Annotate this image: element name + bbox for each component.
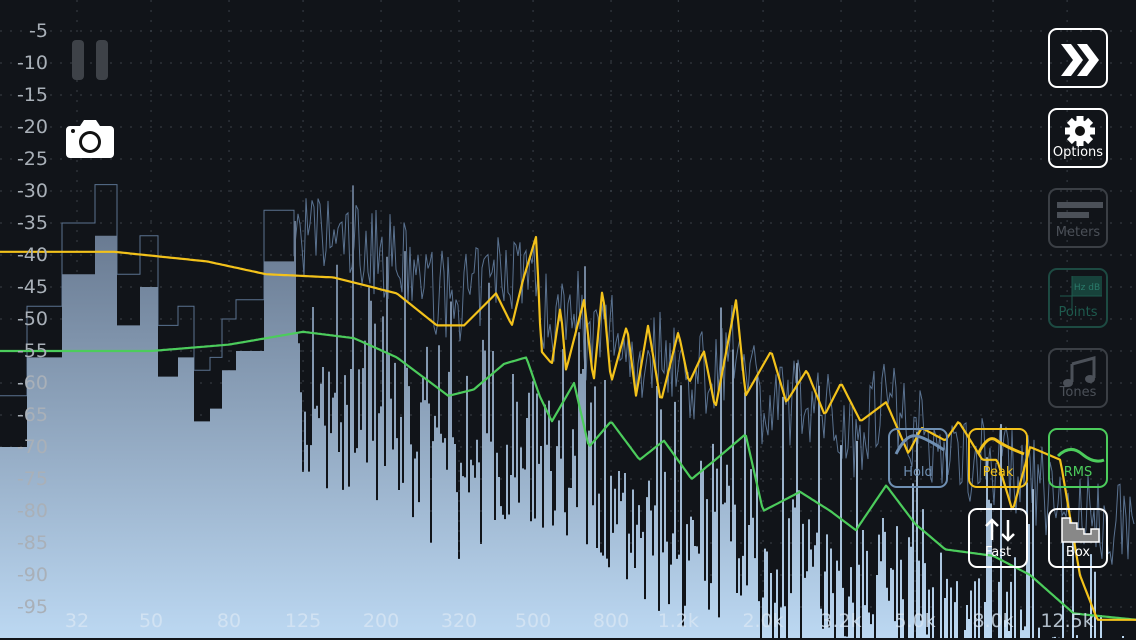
points-icon-text: Hz dB [1074, 283, 1100, 293]
x-axis-label: 2.0k [742, 610, 784, 632]
x-axis-label: 320 [440, 610, 478, 632]
x-axis-label: 50 [138, 610, 164, 632]
y-axis-label: -45 [16, 276, 48, 298]
hold-button[interactable]: Hold [888, 428, 948, 488]
y-axis-label: -5 [29, 20, 48, 42]
tones-label: Tones [1059, 385, 1097, 400]
fast-label: Fast [984, 545, 1012, 560]
meters-icon [1057, 202, 1103, 218]
fast-forward-icon [1061, 44, 1099, 76]
x-axis-label: 12.5k [1040, 610, 1094, 632]
y-axis-label: -65 [16, 404, 48, 426]
y-axis-label: -55 [16, 340, 48, 362]
rms-label: RMS [1063, 465, 1093, 480]
rms-button[interactable]: RMS [1048, 428, 1108, 488]
fast-button[interactable]: Fast [968, 508, 1028, 568]
hold-curve-icon [894, 434, 945, 455]
meters-button[interactable]: Meters [1048, 188, 1108, 248]
y-axis-label: -80 [16, 500, 48, 522]
x-axis-label: 125 [284, 610, 322, 632]
x-axis-label: 800 [592, 610, 630, 632]
box-label: Box [1065, 545, 1091, 560]
y-axis-label: -40 [16, 244, 48, 266]
pause-icon [72, 40, 84, 80]
y-axis-label: -85 [16, 532, 48, 554]
y-axis-label: -35 [16, 212, 48, 234]
peak-label: Peak [982, 465, 1014, 480]
y-axis-label: -10 [16, 52, 48, 74]
music-note-icon [1063, 356, 1096, 387]
y-axis-label: -30 [16, 180, 48, 202]
gear-icon [1065, 116, 1095, 146]
points-button[interactable]: Hz dB Points [1048, 268, 1108, 328]
points-icon: Hz dB [1060, 276, 1102, 310]
y-axis-label: -50 [16, 308, 48, 330]
hold-label: Hold [903, 465, 933, 480]
up-down-arrows-icon [985, 518, 1015, 542]
x-axis-label: 8.0k [972, 610, 1014, 632]
peak-button[interactable]: Peak [968, 428, 1028, 488]
camera-icon[interactable] [65, 118, 115, 160]
box-bars-icon [1061, 517, 1100, 543]
y-axis-label: -20 [16, 116, 48, 138]
x-axis-label: 32 [64, 610, 90, 632]
y-axis-label: -70 [16, 436, 48, 458]
spectrum-fill [0, 185, 1136, 638]
y-axis-label: -60 [16, 372, 48, 394]
y-axis-label: -90 [16, 564, 48, 586]
points-label: Points [1058, 305, 1098, 320]
x-axis-label: 80 [216, 610, 242, 632]
box-button[interactable]: Box [1048, 508, 1108, 568]
y-axis-label: -95 [16, 596, 48, 618]
options-label: Options [1052, 145, 1104, 160]
forward-button[interactable] [1048, 28, 1108, 88]
x-axis-label: 200 [362, 610, 400, 632]
y-axis-label: -15 [16, 84, 48, 106]
y-axis-label: -75 [16, 468, 48, 490]
options-button[interactable]: Options [1048, 108, 1108, 168]
y-axis-label: -25 [16, 148, 48, 170]
x-axis-label: 3.2k [820, 610, 862, 632]
spectrum-plot [0, 0, 1136, 640]
pause-icon-bar [96, 40, 108, 80]
x-axis-label: 500 [514, 610, 552, 632]
tones-button[interactable]: Tones [1048, 348, 1108, 408]
meters-label: Meters [1055, 225, 1101, 240]
rms-curve-icon [1056, 448, 1105, 463]
x-axis-label: 5.0k [894, 610, 936, 632]
peak-curve-icon [976, 437, 1025, 456]
pause-button[interactable] [72, 40, 108, 80]
x-axis-label: 1.2k [657, 610, 699, 632]
